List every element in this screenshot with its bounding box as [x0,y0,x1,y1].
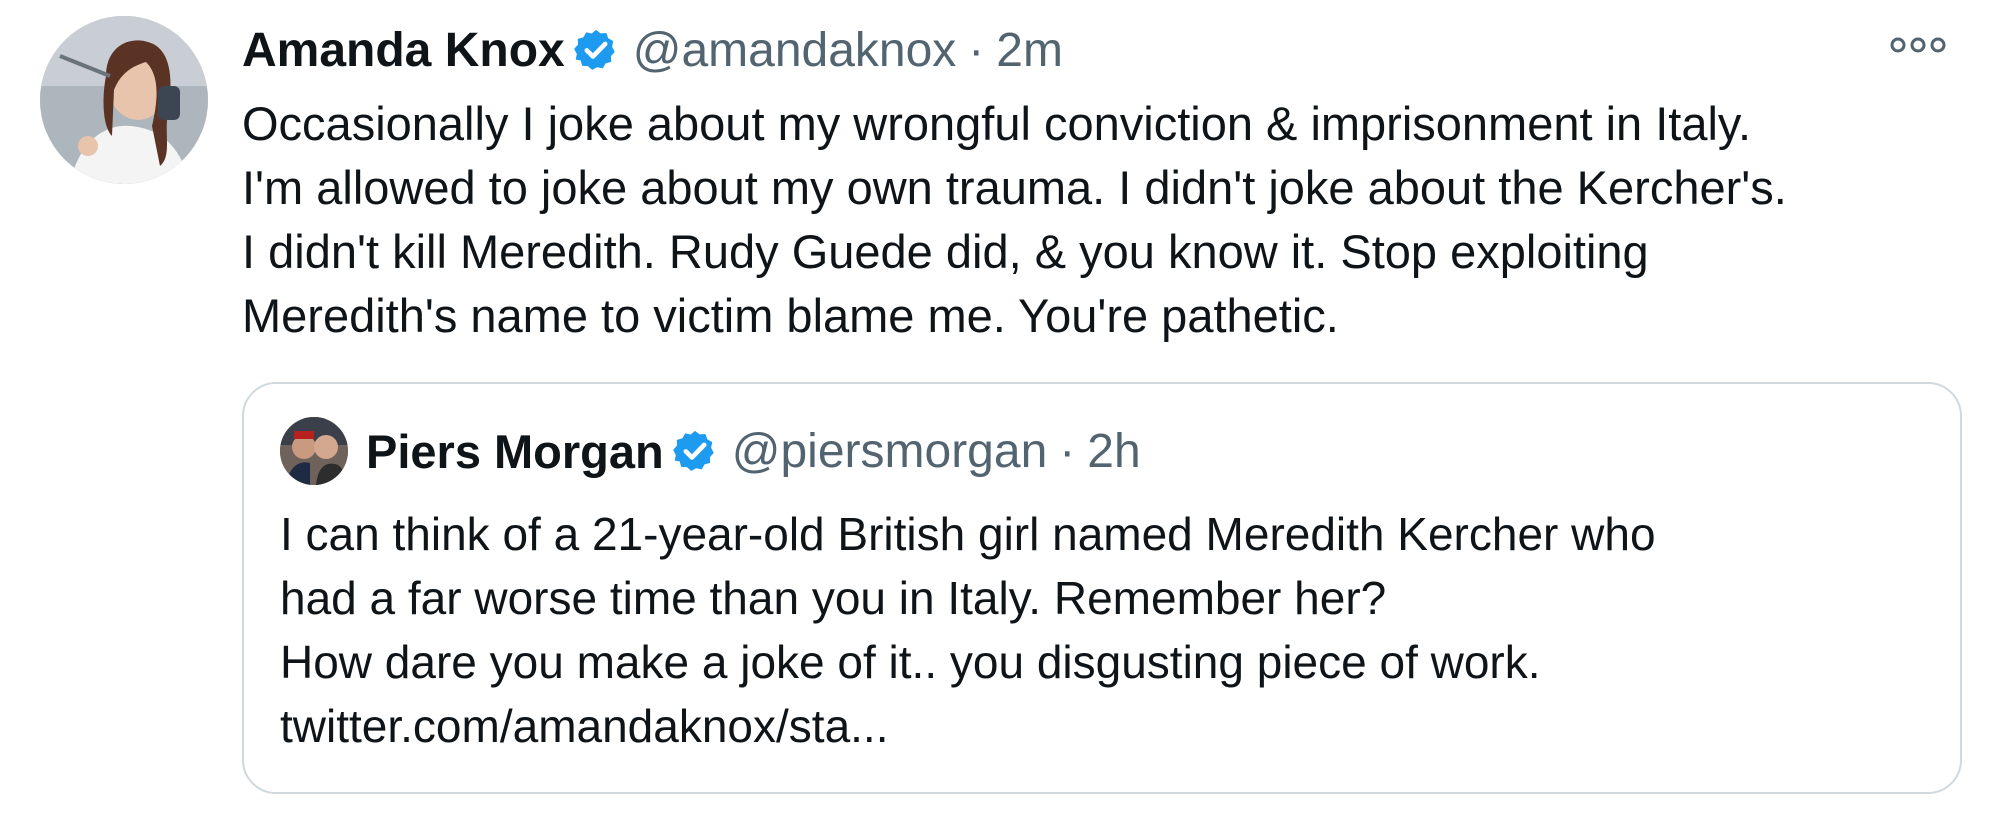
quoted-author-avatar [280,417,348,485]
quoted-header-separator: · [1059,424,1076,478]
tweet-text: Occasionally I joke about my wrongful co… [242,92,1982,348]
author-handle[interactable]: @amandaknox [633,23,957,78]
quoted-author-name: Piers Morgan [366,424,664,478]
author-avatar[interactable] [40,16,208,184]
tweet-timestamp[interactable]: 2m [996,23,1063,78]
quoted-tweet-text: I can think of a 21-year-old British gir… [280,502,1940,758]
header-separator: · [968,23,985,77]
quoted-tweet-timestamp: 2h [1087,424,1141,478]
tweet-header: Amanda Knox @amandaknox · 2m [242,18,1063,82]
quoted-text-line: had a far worse time than you in Italy. … [280,572,1387,624]
author-name[interactable]: Amanda Knox [242,23,565,78]
quoted-tweet-card[interactable]: Piers Morgan @piersmorgan · 2h I can thi… [242,382,1962,794]
tweet-text-line: I didn't kill Meredith. Rudy Guede did, … [242,225,1649,278]
more-options-icon[interactable] [1886,30,1950,60]
tweet-text-line: Occasionally I joke about my wrongful co… [242,97,1752,150]
quoted-tweet-link: twitter.com/amandaknox/sta... [280,700,889,752]
tweet-text-line: I'm allowed to joke about my own trauma.… [242,161,1787,214]
quoted-text-line: How dare you make a joke of it.. you dis… [280,636,1541,688]
quoted-author-handle: @piersmorgan [731,424,1048,478]
quoted-tweet-header: Piers Morgan @piersmorgan · 2h [280,416,1141,486]
verified-badge-icon [573,27,619,73]
quoted-text-line: I can think of a 21-year-old British gir… [280,508,1656,560]
tweet-card: Amanda Knox @amandaknox · 2m Occasionall… [0,0,2000,820]
tweet-text-line: Meredith's name to victim blame me. You'… [242,289,1339,342]
verified-badge-icon [672,428,718,474]
